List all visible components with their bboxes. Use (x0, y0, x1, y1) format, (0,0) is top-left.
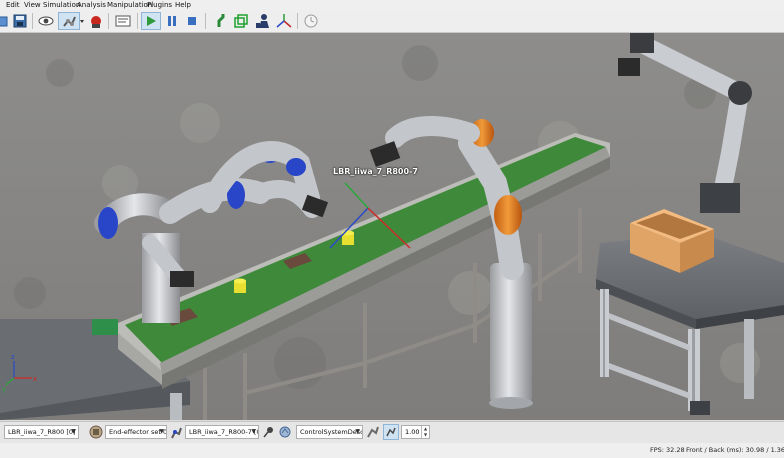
robot-arm-icon (171, 427, 182, 439)
scene-render: z x y (0, 33, 784, 420)
svg-text:y: y (2, 385, 6, 393)
menu-simulation[interactable]: Simulation (43, 0, 80, 10)
control-system-icon (279, 426, 291, 438)
speed-icon (386, 427, 396, 437)
record-icon (91, 16, 101, 28)
fps-readout: FPS: 32.28 (650, 446, 685, 454)
robot-select-2[interactable]: LBR_iiwa_7_R800-7 [0] ▼ (185, 425, 259, 439)
chevron-down-icon: ▼ (71, 428, 76, 435)
visibility-button[interactable] (37, 12, 55, 30)
manipulator-dropdown[interactable] (79, 12, 85, 30)
menu-help[interactable]: Help (175, 0, 191, 10)
status-bar: FPS: 32.28 Front / Back (ms): 30.98 / 1.… (0, 443, 784, 458)
axes-button[interactable] (275, 12, 293, 30)
menu-bar: Edit View Simulation Analysis Manipulati… (0, 0, 784, 10)
main-toolbar (0, 10, 784, 33)
control-system-icon-button[interactable] (277, 424, 293, 440)
robot-select[interactable]: LBR_iiwa_7_R800 [0] ▼ (4, 425, 79, 439)
manipulator-icon (63, 16, 76, 27)
chevron-down-icon: ▼ (355, 428, 360, 435)
save-icon (13, 14, 27, 28)
pin-button[interactable] (261, 424, 277, 440)
playback-icon (115, 15, 131, 27)
speed-toggle-button[interactable] (383, 424, 399, 440)
menu-edit[interactable]: Edit (6, 0, 20, 10)
save-button[interactable] (11, 12, 29, 30)
chevron-down-icon: ▼ (251, 428, 256, 435)
new-file-icon (0, 16, 8, 27)
menu-analysis[interactable]: Analysis (77, 0, 106, 10)
speed-value: 1.00 (405, 428, 420, 436)
pin-icon (263, 427, 273, 438)
clock-icon (304, 14, 318, 28)
end-effector-icon[interactable] (88, 424, 104, 440)
front-back-readout: Front / Back (ms): 30.98 / 1.364 (686, 446, 784, 454)
bounding-box-button[interactable] (232, 12, 250, 30)
axes-icon (276, 14, 292, 28)
svg-text:x: x (33, 375, 37, 383)
joint-icon (217, 14, 225, 27)
pause-icon (168, 16, 176, 26)
pause-button[interactable] (163, 12, 181, 30)
menu-manipulation[interactable]: Manipulation (107, 0, 152, 10)
play-icon (147, 16, 156, 26)
speed-spinbox[interactable]: 1.00 ▲ ▼ (401, 425, 430, 439)
joint-button[interactable] (212, 12, 230, 30)
play-button[interactable] (141, 12, 161, 30)
chevron-down-icon (80, 20, 84, 23)
user-icon (256, 14, 269, 28)
control-system-value: ControlSystemDesc0 (300, 428, 363, 436)
robot-arm-icon-button[interactable] (168, 424, 184, 440)
conveyor-motor (92, 319, 118, 335)
robot-select-2-value: LBR_iiwa_7_R800-7 [0] (189, 428, 259, 436)
menu-view[interactable]: View (24, 0, 41, 10)
gripper-icon (89, 425, 103, 439)
bounding-box-icon (234, 14, 248, 28)
spin-arrows-icon[interactable]: ▲ ▼ (421, 426, 429, 438)
scene-viewport[interactable]: z x y LBR_iiwa_7_R800-7 (0, 33, 784, 420)
teach-button[interactable] (365, 424, 381, 440)
new-file-button[interactable] (0, 12, 11, 30)
manipulator-button[interactable] (58, 12, 80, 30)
eye-icon (38, 16, 54, 26)
playback-button[interactable] (114, 12, 132, 30)
clock-button[interactable] (302, 12, 320, 30)
teach-icon (367, 426, 379, 438)
end-effector-value: End-effector set 0 (109, 428, 167, 436)
robot-name-label: LBR_iiwa_7_R800-7 (333, 167, 418, 176)
control-system-select[interactable]: ControlSystemDesc0 ▼ (296, 425, 363, 439)
control-bar: LBR_iiwa_7_R800 [0] ▼ End-effector set 0 ▼… (0, 421, 784, 443)
end-effector-select[interactable]: End-effector set 0 ▼ (105, 425, 167, 439)
menu-plugins[interactable]: Plugins (147, 0, 172, 10)
stop-icon (188, 17, 196, 25)
stop-button[interactable] (183, 12, 201, 30)
chevron-down-icon: ▼ (159, 428, 164, 435)
record-button[interactable] (87, 12, 105, 30)
robot-select-value: LBR_iiwa_7_R800 [0] (8, 428, 76, 436)
svg-text:z: z (11, 353, 15, 361)
user-button[interactable] (254, 12, 272, 30)
